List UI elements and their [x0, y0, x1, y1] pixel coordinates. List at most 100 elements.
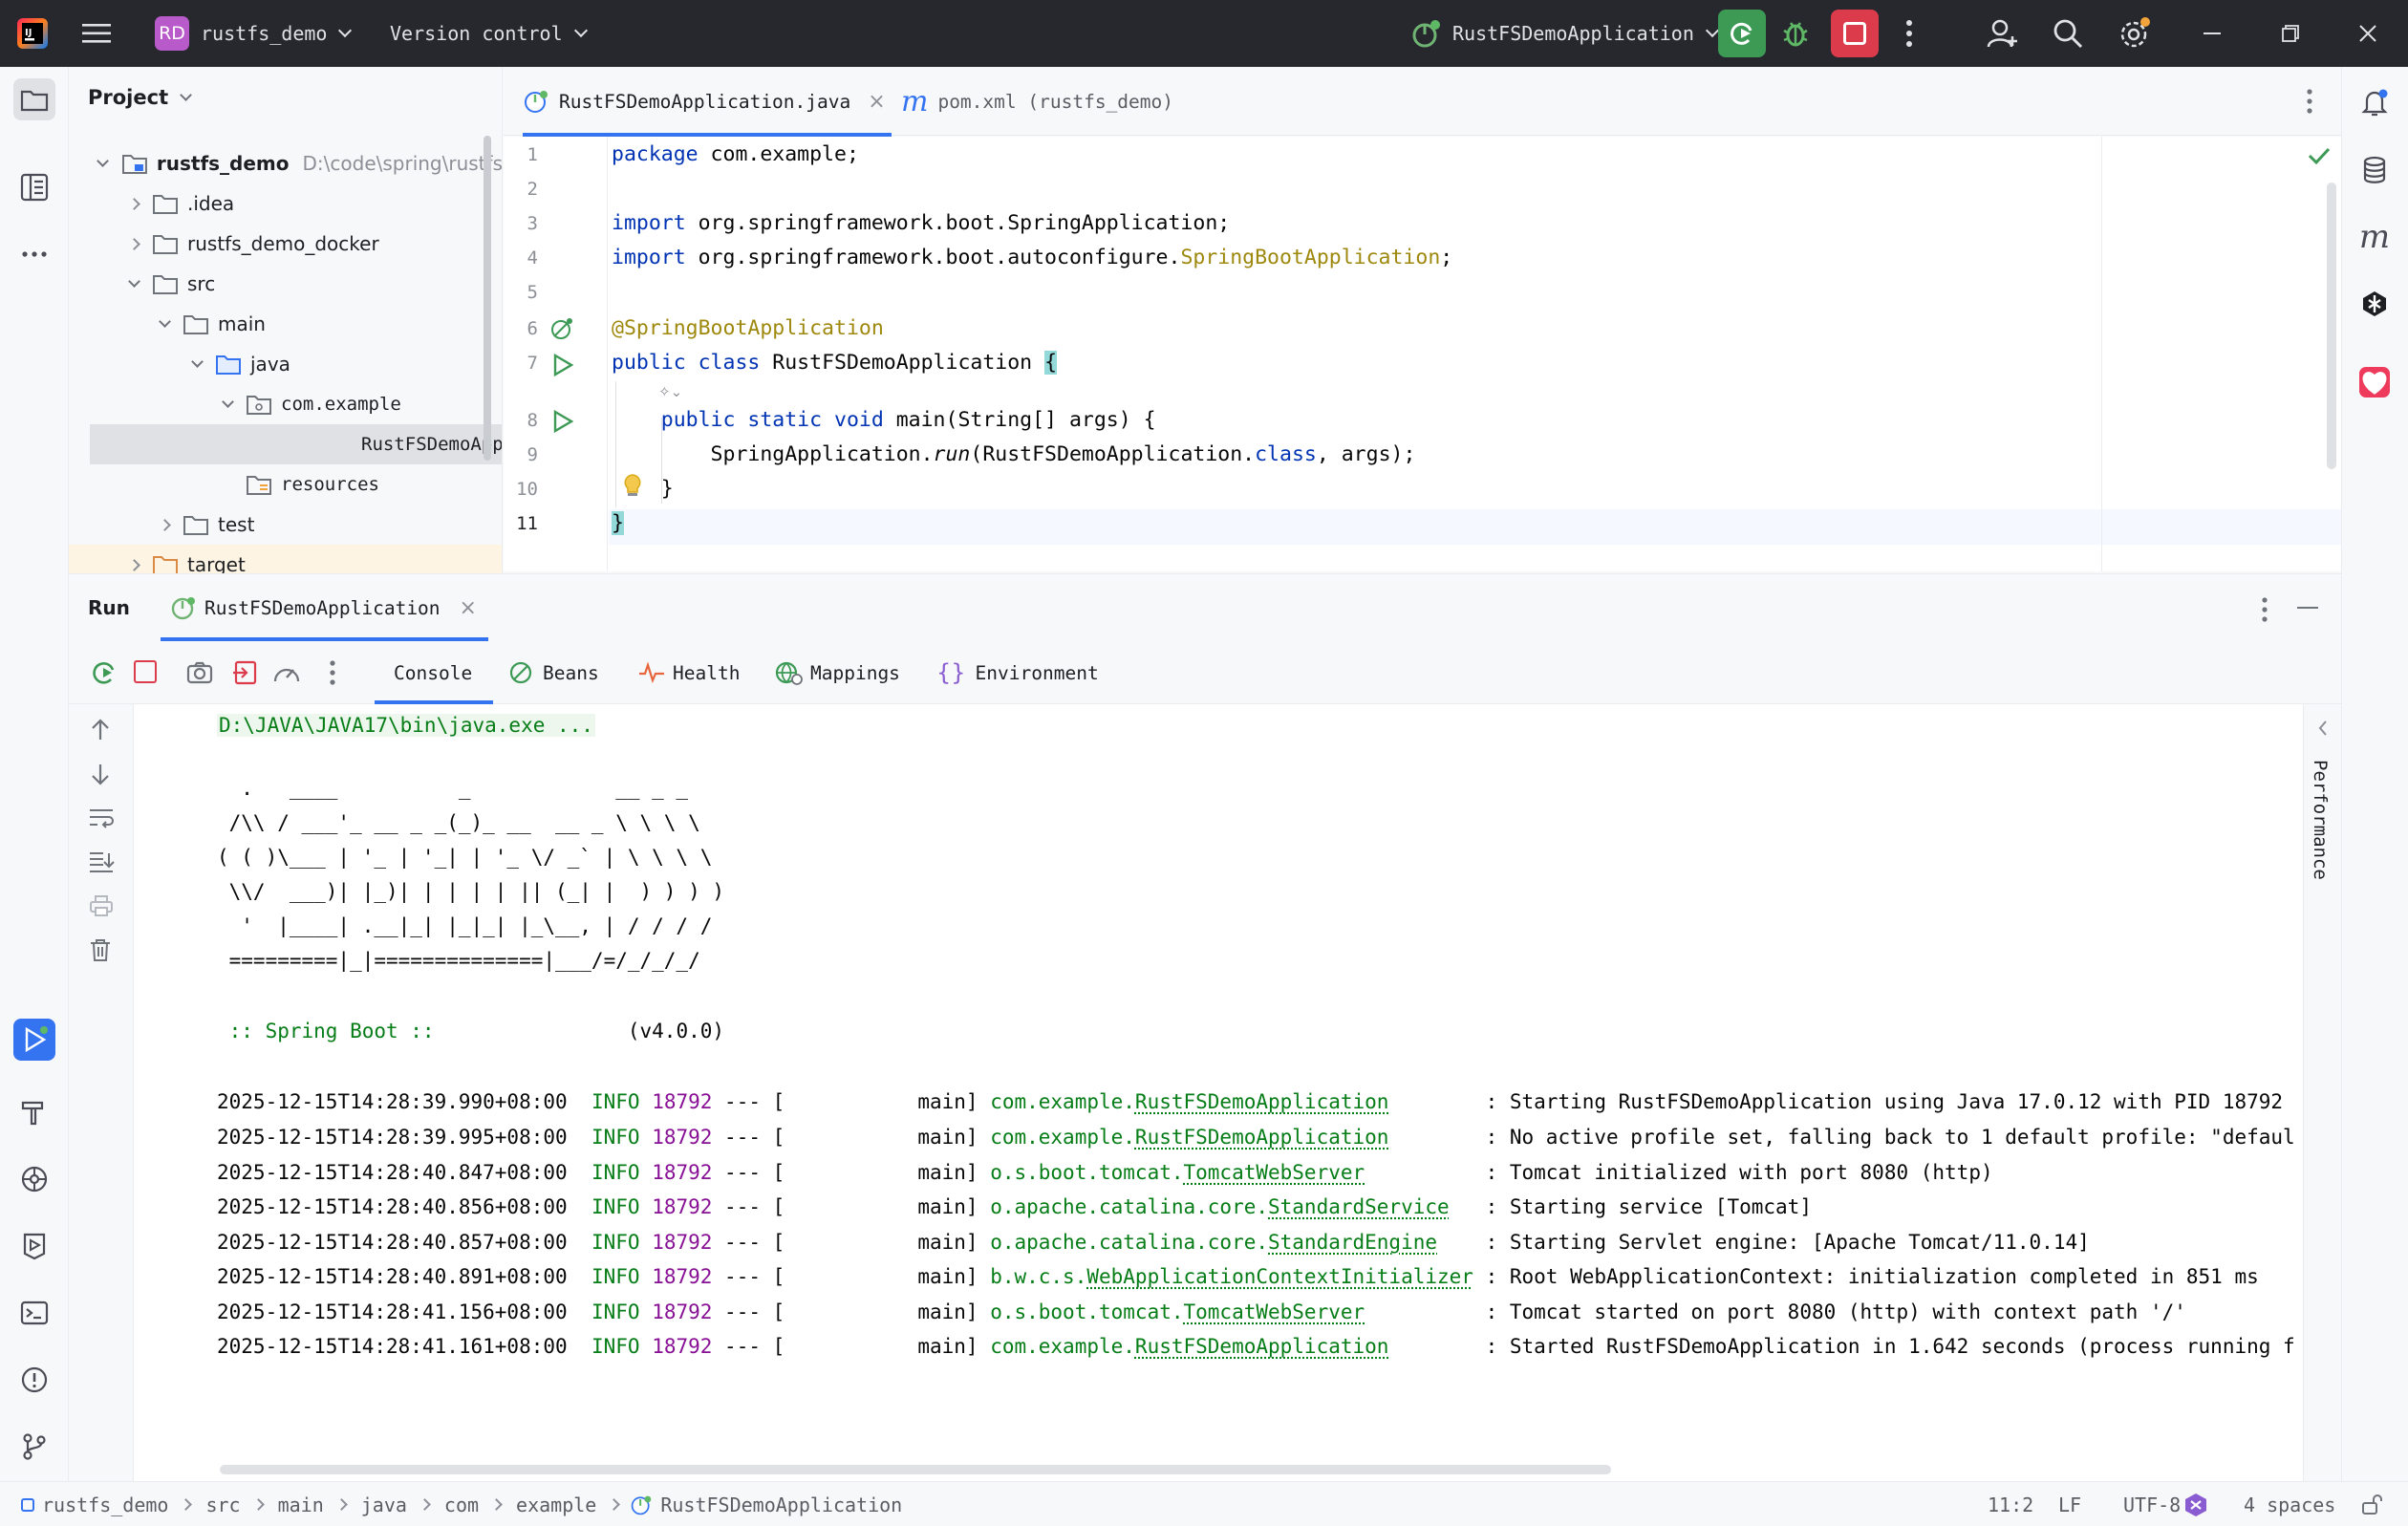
- tab-console[interactable]: Console: [374, 641, 494, 704]
- more-actions-icon[interactable]: [1905, 0, 1913, 67]
- tab-health[interactable]: Health: [638, 641, 740, 704]
- project-switcher[interactable]: RD rustfs_demo: [155, 0, 353, 67]
- close-window-icon[interactable]: [2358, 0, 2377, 67]
- soft-wrap-icon[interactable]: [88, 806, 115, 834]
- tab-mappings[interactable]: Mappings: [774, 641, 900, 704]
- class-link[interactable]: RustFSDemoApplication: [1135, 1126, 1389, 1149]
- tree-item-java[interactable]: java: [69, 344, 502, 384]
- class-link[interactable]: TomcatWebServer: [1184, 1300, 1365, 1323]
- settings-gear-icon[interactable]: [2118, 0, 2152, 67]
- add-user-icon[interactable]: [1986, 0, 2018, 67]
- tree-item-target[interactable]: target: [69, 545, 502, 573]
- editor-scrollbar[interactable]: [2327, 183, 2336, 469]
- problems-icon[interactable]: [13, 1359, 55, 1401]
- chevron-left-icon[interactable]: [2317, 720, 2329, 741]
- class-link[interactable]: StandardService: [1268, 1195, 1450, 1218]
- editor-tab-options-icon[interactable]: [2306, 67, 2313, 136]
- maven-icon[interactable]: m: [2354, 216, 2396, 258]
- vcs-menu[interactable]: Version control: [390, 0, 588, 67]
- hide-panel-icon[interactable]: [2297, 607, 2318, 609]
- more-tools-icon[interactable]: [13, 233, 55, 275]
- performance-side-tab[interactable]: Performance: [2310, 760, 2331, 880]
- project-panel-header[interactable]: Project: [88, 86, 192, 109]
- debug-button[interactable]: [1779, 0, 1812, 67]
- stop-button[interactable]: [1831, 0, 1879, 67]
- editor-tab-pom[interactable]: m pom.xml (rustfs_demo): [901, 67, 1173, 136]
- rerun-icon[interactable]: [90, 658, 118, 691]
- spring-bean-gutter-icon[interactable]: [549, 316, 574, 345]
- run-tab-main[interactable]: RustFSDemoApplication ×: [161, 574, 488, 641]
- class-link[interactable]: RustFSDemoApplication: [1135, 1090, 1389, 1113]
- ai-hint-icon[interactable]: ✧⌄: [658, 383, 682, 400]
- tree-item-src[interactable]: src: [69, 264, 502, 304]
- run-class-gutter-icon[interactable]: [551, 353, 574, 381]
- editor-tab-main-java[interactable]: RustFSDemoApplication.java ×: [523, 67, 892, 137]
- breadcrumb-item[interactable]: example: [516, 1494, 596, 1516]
- tree-scrollbar[interactable]: [484, 136, 491, 461]
- indent-setting[interactable]: 4 spaces: [2244, 1482, 2335, 1526]
- app-logo-icon[interactable]: IJ: [17, 0, 48, 67]
- build-hammer-icon[interactable]: [13, 1091, 55, 1133]
- line-separator[interactable]: LF: [2058, 1482, 2081, 1526]
- run-main-gutter-icon[interactable]: [551, 409, 574, 438]
- code-editor[interactable]: 1 2 3 4 5 6 7 8 9 10 11 ✧⌄ package com.e…: [504, 137, 2341, 571]
- class-link[interactable]: TomcatWebServer: [1184, 1161, 1365, 1184]
- exit-icon[interactable]: [231, 658, 260, 691]
- class-link[interactable]: WebApplicationContextInitializer: [1086, 1265, 1473, 1288]
- search-icon[interactable]: [2053, 0, 2083, 67]
- breadcrumb-item[interactable]: com: [444, 1494, 479, 1516]
- debug-services-icon[interactable]: [13, 1225, 55, 1267]
- notifications-bell-icon[interactable]: [2354, 82, 2396, 124]
- print-icon[interactable]: [88, 893, 115, 922]
- database-icon[interactable]: [2354, 149, 2396, 191]
- services-icon[interactable]: [13, 1158, 55, 1200]
- scroll-to-end-icon[interactable]: [88, 849, 115, 878]
- console-output[interactable]: D:\JAVA\JAVA17\bin\java.exe ... . ____ _…: [134, 704, 2303, 1478]
- breadcrumb-item[interactable]: main: [278, 1494, 324, 1516]
- breadcrumb-item[interactable]: rustfs_demo: [42, 1494, 168, 1516]
- run-options-icon[interactable]: [2261, 597, 2268, 626]
- tree-item-main[interactable]: main: [69, 304, 502, 344]
- tree-item-resources[interactable]: resources: [69, 464, 502, 505]
- structure-tool-icon[interactable]: [13, 166, 55, 208]
- more-run-actions-icon[interactable]: [329, 660, 336, 689]
- tree-item-rustfs-demo[interactable]: rustfs_demo D:\code\spring\rustfs: [69, 143, 502, 183]
- tab-environment[interactable]: {} Environment: [936, 641, 1099, 704]
- console-command-line[interactable]: D:\JAVA\JAVA17\bin\java.exe ...: [217, 714, 595, 737]
- main-menu-icon[interactable]: [82, 0, 111, 67]
- performance-gauge-icon[interactable]: [271, 658, 302, 691]
- minimize-window-icon[interactable]: [2204, 0, 2221, 67]
- class-link[interactable]: StandardEngine: [1268, 1231, 1437, 1254]
- project-tool-folder-icon[interactable]: [13, 78, 55, 120]
- inspection-ok-icon[interactable]: [2308, 146, 2331, 169]
- breadcrumb-item[interactable]: java: [361, 1494, 407, 1516]
- caret-position[interactable]: 11:2: [1988, 1482, 2033, 1526]
- close-run-tab-icon[interactable]: ×: [460, 596, 477, 620]
- git-branch-icon[interactable]: [13, 1426, 55, 1468]
- close-tab-icon[interactable]: ×: [868, 90, 885, 114]
- ai-status-icon[interactable]: [2182, 1482, 2209, 1526]
- stop-icon[interactable]: [134, 660, 157, 683]
- breadcrumb-item[interactable]: RustFSDemoApplication: [660, 1494, 902, 1516]
- console-horizontal-scrollbar[interactable]: [220, 1465, 1611, 1474]
- tree-item-main-class[interactable]: RustFSDemoApplicat: [90, 424, 502, 464]
- run-config-selector[interactable]: RustFSDemoApplication: [1410, 0, 1719, 67]
- tree-item-docker[interactable]: rustfs_demo_docker: [69, 224, 502, 264]
- file-encoding[interactable]: UTF-8: [2123, 1482, 2181, 1526]
- rerun-button[interactable]: [1718, 0, 1766, 67]
- class-link[interactable]: RustFSDemoApplication: [1135, 1335, 1389, 1358]
- breadcrumb-item[interactable]: src: [205, 1494, 240, 1516]
- plugin-icon[interactable]: [2354, 361, 2396, 403]
- tab-beans[interactable]: Beans: [508, 641, 599, 704]
- scroll-up-arrow-icon[interactable]: [88, 718, 113, 746]
- tree-item-test[interactable]: test: [69, 505, 502, 545]
- restore-window-icon[interactable]: [2282, 0, 2299, 67]
- tree-item-com-example[interactable]: com.example: [69, 384, 502, 424]
- scroll-down-arrow-icon[interactable]: [88, 762, 113, 790]
- tree-item-idea[interactable]: .idea: [69, 183, 502, 224]
- terminal-icon[interactable]: [13, 1292, 55, 1334]
- read-only-lock-icon[interactable]: [2360, 1482, 2383, 1526]
- run-tool-icon[interactable]: [13, 1019, 55, 1061]
- clear-trash-icon[interactable]: [88, 937, 113, 966]
- ai-assistant-icon[interactable]: [2354, 283, 2396, 325]
